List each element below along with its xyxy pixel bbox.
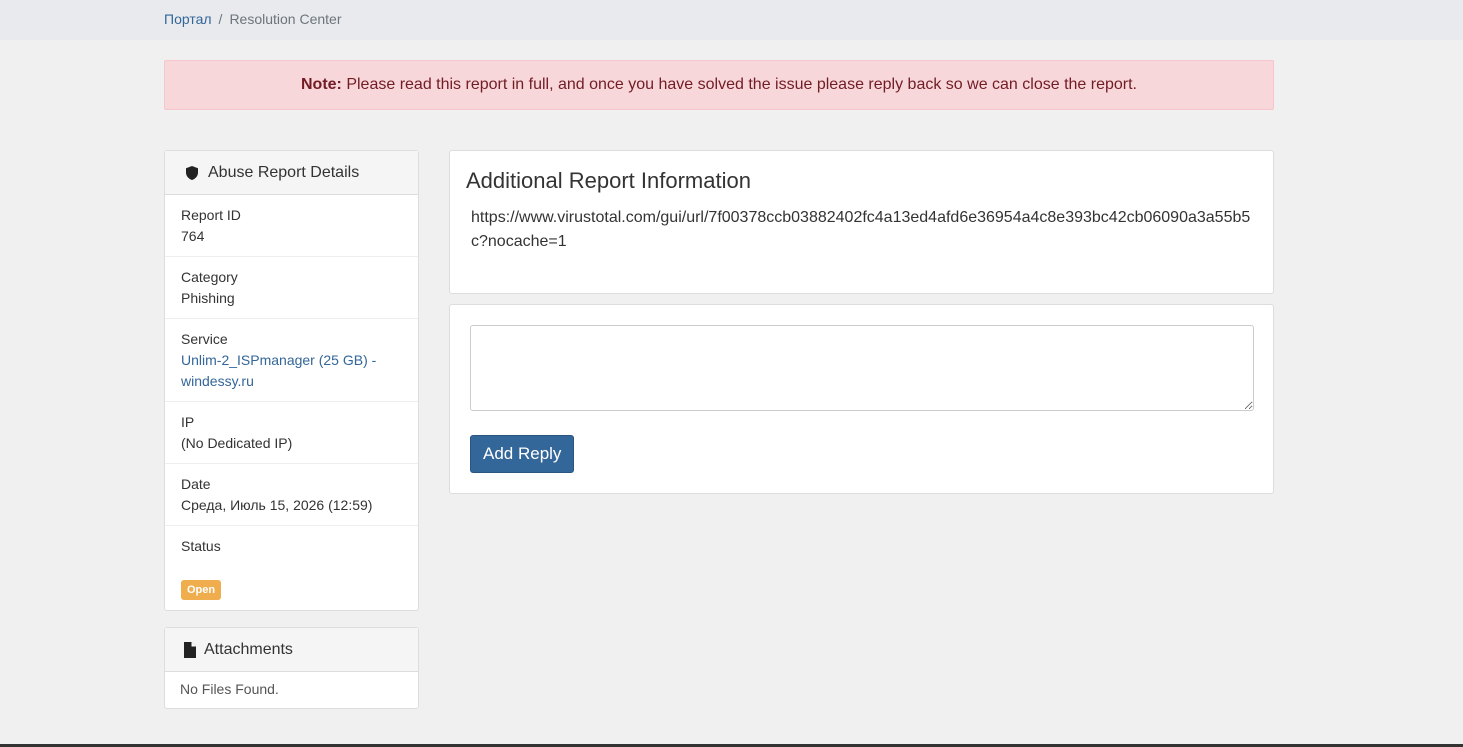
note-alert-strong: Note: (300, 76, 342, 93)
detail-label: Status (181, 538, 221, 554)
additional-info-title: Additional Report Information (466, 168, 751, 193)
service-link[interactable]: Unlim-2_ISPmanager (25 GB) - windessy.ru (181, 350, 402, 392)
detail-report-id: Report ID 764 (165, 195, 418, 257)
note-alert-text: Please read this report in full, and onc… (341, 76, 1137, 93)
detail-value: 764 (181, 228, 205, 244)
shield-icon (186, 165, 198, 180)
detail-value: Phishing (181, 290, 235, 306)
abuse-report-details-header: Abuse Report Details (165, 151, 418, 195)
report-url: https://www.virustotal.com/gui/url/7f003… (471, 209, 1251, 250)
reply-panel: Add Reply (449, 304, 1274, 494)
note-alert: Note: Please read this report in full, a… (164, 60, 1274, 110)
detail-value: Среда, Июль 15, 2026 (12:59) (181, 497, 373, 513)
detail-category: Category Phishing (165, 257, 418, 319)
attachments-empty-text: No Files Found. (180, 681, 279, 697)
additional-info-panel: Additional Report Information https://ww… (449, 150, 1274, 294)
status-badge: Open (181, 580, 222, 600)
detail-label: Date (181, 476, 211, 492)
attachments-title: Attachments (204, 640, 293, 658)
detail-label: Category (181, 269, 238, 285)
detail-ip: IP (No Dedicated IP) (165, 402, 418, 464)
detail-value: (No Dedicated IP) (181, 435, 293, 451)
file-icon (184, 641, 196, 658)
attachments-header: Attachments (165, 628, 418, 672)
detail-label: Report ID (181, 207, 241, 223)
detail-status: Status Open (165, 526, 418, 609)
breadcrumb-current: Resolution Center (229, 11, 342, 27)
abuse-report-details-panel: Abuse Report Details Report ID 764 Categ… (164, 150, 419, 611)
detail-label: IP (181, 414, 195, 430)
detail-date: Date Среда, Июль 15, 2026 (12:59) (165, 464, 418, 526)
attachments-panel: Attachments No Files Found. (164, 627, 419, 709)
breadcrumb-separator: / (218, 11, 223, 27)
breadcrumb-home-link[interactable]: Портал (164, 11, 212, 27)
add-reply-button[interactable]: Add Reply (470, 435, 575, 473)
abuse-report-details-title: Abuse Report Details (208, 163, 360, 181)
detail-label: Service (181, 331, 228, 347)
reply-textarea[interactable] (470, 325, 1254, 411)
breadcrumb: Портал / Resolution Center (164, 11, 342, 27)
breadcrumb-bar: Портал / Resolution Center (0, 0, 1463, 40)
detail-service: Service Unlim-2_ISPmanager (25 GB) - win… (165, 319, 418, 402)
